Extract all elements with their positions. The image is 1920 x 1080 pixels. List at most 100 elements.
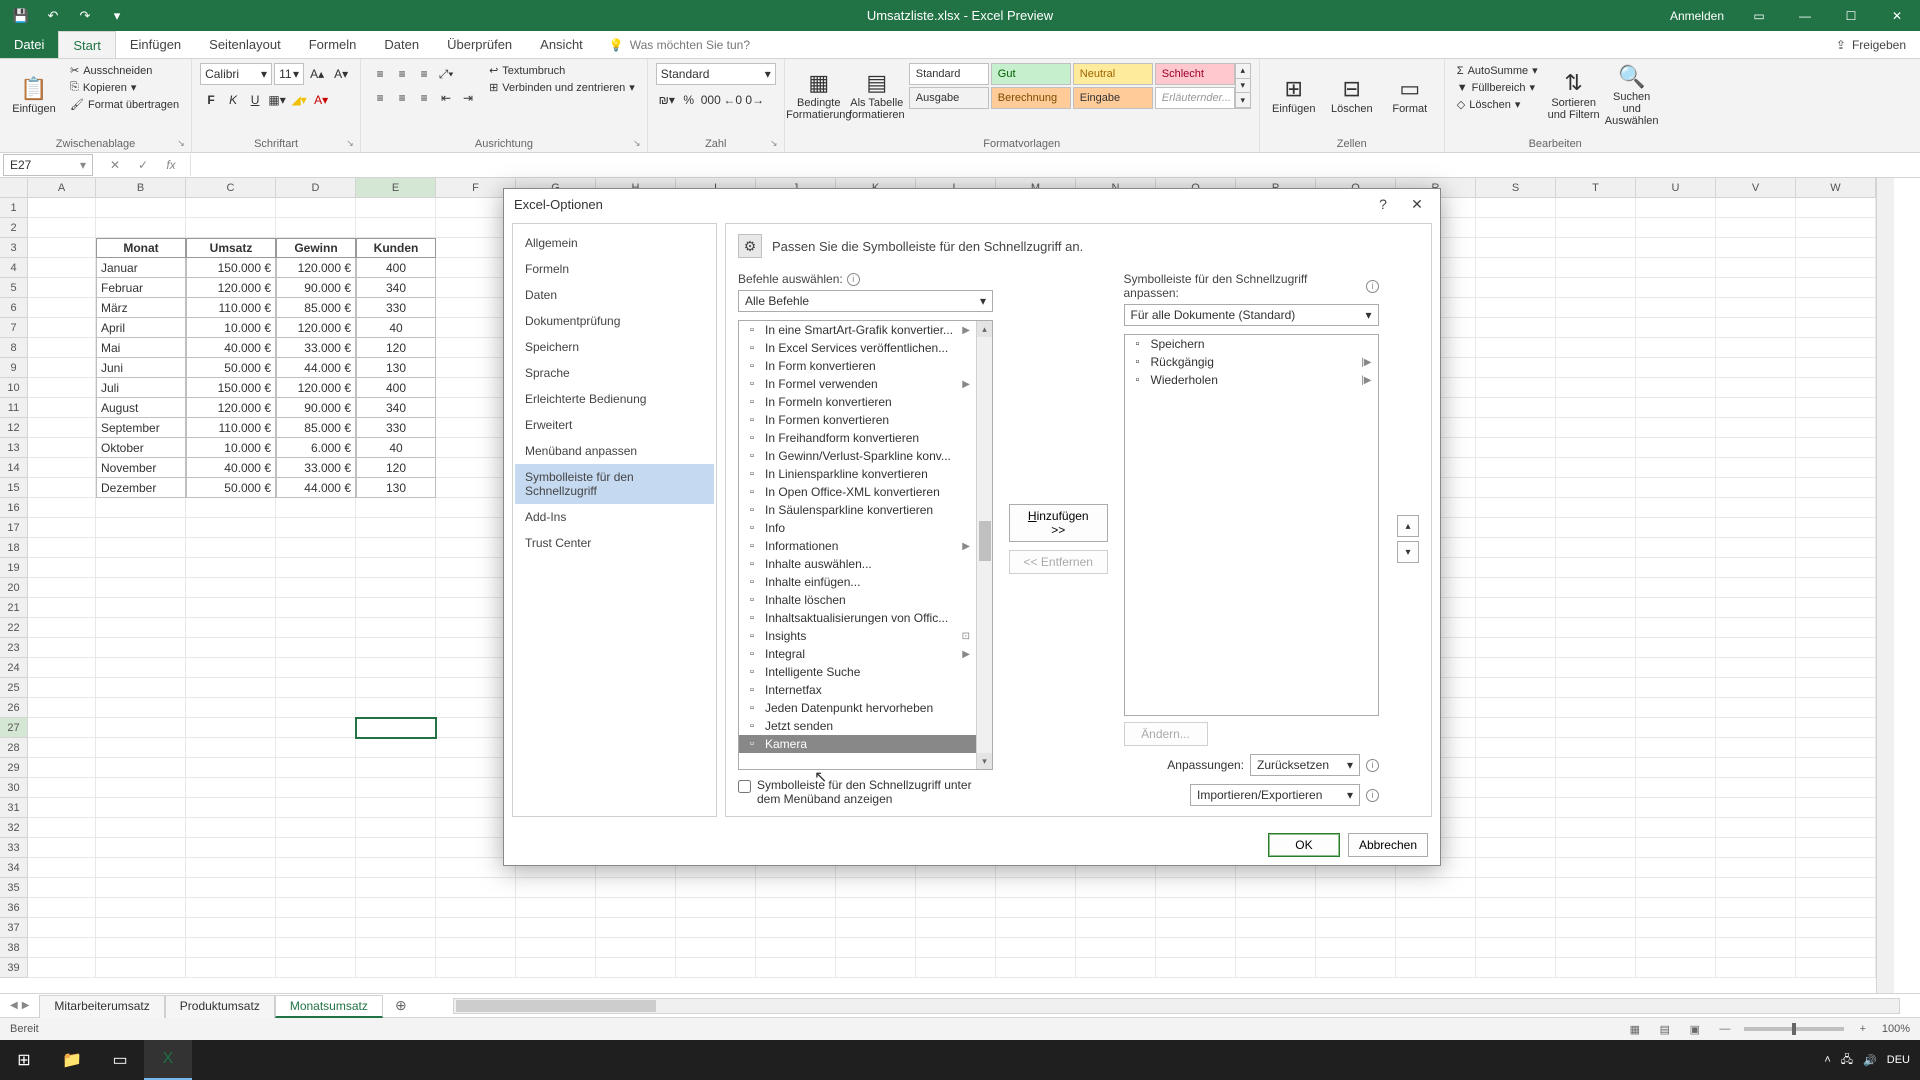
- info-icon[interactable]: i: [1366, 759, 1379, 772]
- cell-E6[interactable]: 330: [356, 298, 436, 318]
- cell-D6[interactable]: 85.000 €: [276, 298, 356, 318]
- command-list-item[interactable]: ▫Inhalte einfügen...: [739, 573, 976, 591]
- cell-B25[interactable]: [96, 678, 186, 698]
- cell-V13[interactable]: [1716, 438, 1796, 458]
- comma-button[interactable]: 000: [700, 89, 722, 111]
- cell-B17[interactable]: [96, 518, 186, 538]
- cell-D12[interactable]: 85.000 €: [276, 418, 356, 438]
- row-header-20[interactable]: 20: [0, 578, 28, 598]
- cell-T23[interactable]: [1556, 638, 1636, 658]
- tab-ueberpruefen[interactable]: Überprüfen: [433, 31, 526, 58]
- align-middle-button[interactable]: ≡: [391, 63, 413, 85]
- border-button[interactable]: ▦▾: [266, 89, 288, 111]
- customize-for-combo[interactable]: Für alle Dokumente (Standard)▾: [1124, 304, 1379, 326]
- cell-A28[interactable]: [28, 738, 96, 758]
- cell-V8[interactable]: [1716, 338, 1796, 358]
- cell-V25[interactable]: [1716, 678, 1796, 698]
- cell-D10[interactable]: 120.000 €: [276, 378, 356, 398]
- cell-H38[interactable]: [596, 938, 676, 958]
- cell-F37[interactable]: [436, 918, 516, 938]
- ok-button[interactable]: OK: [1268, 833, 1340, 857]
- cell-S27[interactable]: [1476, 718, 1556, 738]
- tray-up-icon[interactable]: ˄: [1824, 1054, 1830, 1066]
- cell-T26[interactable]: [1556, 698, 1636, 718]
- share-button[interactable]: ⇪ Freigeben: [1822, 31, 1920, 58]
- cell-R37[interactable]: [1396, 918, 1476, 938]
- cell-T22[interactable]: [1556, 618, 1636, 638]
- cell-P39[interactable]: [1236, 958, 1316, 978]
- cell-E15[interactable]: 130: [356, 478, 436, 498]
- dialog-titlebar[interactable]: Excel-Optionen ? ✕: [504, 189, 1440, 219]
- cell-A11[interactable]: [28, 398, 96, 418]
- cell-T36[interactable]: [1556, 898, 1636, 918]
- cell-S33[interactable]: [1476, 838, 1556, 858]
- cell-S25[interactable]: [1476, 678, 1556, 698]
- cell-V31[interactable]: [1716, 798, 1796, 818]
- current-qat-listbox[interactable]: ▫Speichern▫Rückgängig|▶▫Wiederholen|▶: [1124, 334, 1379, 716]
- row-header-35[interactable]: 35: [0, 878, 28, 898]
- cell-L37[interactable]: [916, 918, 996, 938]
- cell-E33[interactable]: [356, 838, 436, 858]
- dialog-nav-item[interactable]: Menüband anpassen: [515, 438, 714, 464]
- command-list-item[interactable]: ▫Jeden Datenpunkt hervorheben: [739, 699, 976, 717]
- style-gut[interactable]: Gut: [991, 63, 1071, 85]
- cell-U17[interactable]: [1636, 518, 1716, 538]
- cell-A30[interactable]: [28, 778, 96, 798]
- cell-D35[interactable]: [276, 878, 356, 898]
- cell-C19[interactable]: [186, 558, 276, 578]
- cell-U31[interactable]: [1636, 798, 1716, 818]
- cell-D31[interactable]: [276, 798, 356, 818]
- add-command-button[interactable]: Hinzufügen >>: [1009, 504, 1108, 542]
- cell-A33[interactable]: [28, 838, 96, 858]
- cell-D7[interactable]: 120.000 €: [276, 318, 356, 338]
- cell-C4[interactable]: 150.000 €: [186, 258, 276, 278]
- cell-C22[interactable]: [186, 618, 276, 638]
- cell-V12[interactable]: [1716, 418, 1796, 438]
- scroll-up-button[interactable]: ▴: [977, 321, 992, 337]
- row-header-39[interactable]: 39: [0, 958, 28, 978]
- move-down-button[interactable]: ▾: [1397, 541, 1419, 563]
- cell-B10[interactable]: Juli: [96, 378, 186, 398]
- cell-C25[interactable]: [186, 678, 276, 698]
- cell-L39[interactable]: [916, 958, 996, 978]
- cell-S22[interactable]: [1476, 618, 1556, 638]
- cell-A16[interactable]: [28, 498, 96, 518]
- dialog-nav-item[interactable]: Trust Center: [515, 530, 714, 556]
- cell-C33[interactable]: [186, 838, 276, 858]
- cell-N36[interactable]: [1076, 898, 1156, 918]
- cell-U33[interactable]: [1636, 838, 1716, 858]
- taskbar-app1[interactable]: ▭: [96, 1040, 144, 1080]
- cell-T12[interactable]: [1556, 418, 1636, 438]
- cell-T5[interactable]: [1556, 278, 1636, 298]
- qat-customize-button[interactable]: ▾: [106, 5, 128, 27]
- cell-C7[interactable]: 10.000 €: [186, 318, 276, 338]
- import-export-combo[interactable]: Importieren/Exportieren▾: [1190, 784, 1360, 806]
- cell-Q35[interactable]: [1316, 878, 1396, 898]
- cell-R35[interactable]: [1396, 878, 1476, 898]
- cell-A13[interactable]: [28, 438, 96, 458]
- cell-E35[interactable]: [356, 878, 436, 898]
- row-header-30[interactable]: 30: [0, 778, 28, 798]
- cell-E37[interactable]: [356, 918, 436, 938]
- cell-B32[interactable]: [96, 818, 186, 838]
- cell-D2[interactable]: [276, 218, 356, 238]
- cell-S21[interactable]: [1476, 598, 1556, 618]
- cell-S7[interactable]: [1476, 318, 1556, 338]
- align-right-button[interactable]: ≡: [413, 87, 435, 109]
- cell-D17[interactable]: [276, 518, 356, 538]
- cell-B37[interactable]: [96, 918, 186, 938]
- show-below-ribbon-checkbox[interactable]: Symbolleiste für den Schnellzugriff unte…: [738, 778, 993, 806]
- cell-E36[interactable]: [356, 898, 436, 918]
- number-format-combo[interactable]: Standard▾: [656, 63, 776, 85]
- tab-daten[interactable]: Daten: [370, 31, 433, 58]
- style-erlaeuternder[interactable]: Erläuternder...: [1155, 87, 1235, 109]
- page-break-view-button[interactable]: ▣: [1684, 1020, 1706, 1038]
- cell-H39[interactable]: [596, 958, 676, 978]
- cell-A14[interactable]: [28, 458, 96, 478]
- cell-T17[interactable]: [1556, 518, 1636, 538]
- cell-W3[interactable]: [1796, 238, 1876, 258]
- normal-view-button[interactable]: ▦: [1624, 1020, 1646, 1038]
- row-header-7[interactable]: 7: [0, 318, 28, 338]
- qat-list-item[interactable]: ▫Wiederholen|▶: [1125, 371, 1378, 389]
- cell-I38[interactable]: [676, 938, 756, 958]
